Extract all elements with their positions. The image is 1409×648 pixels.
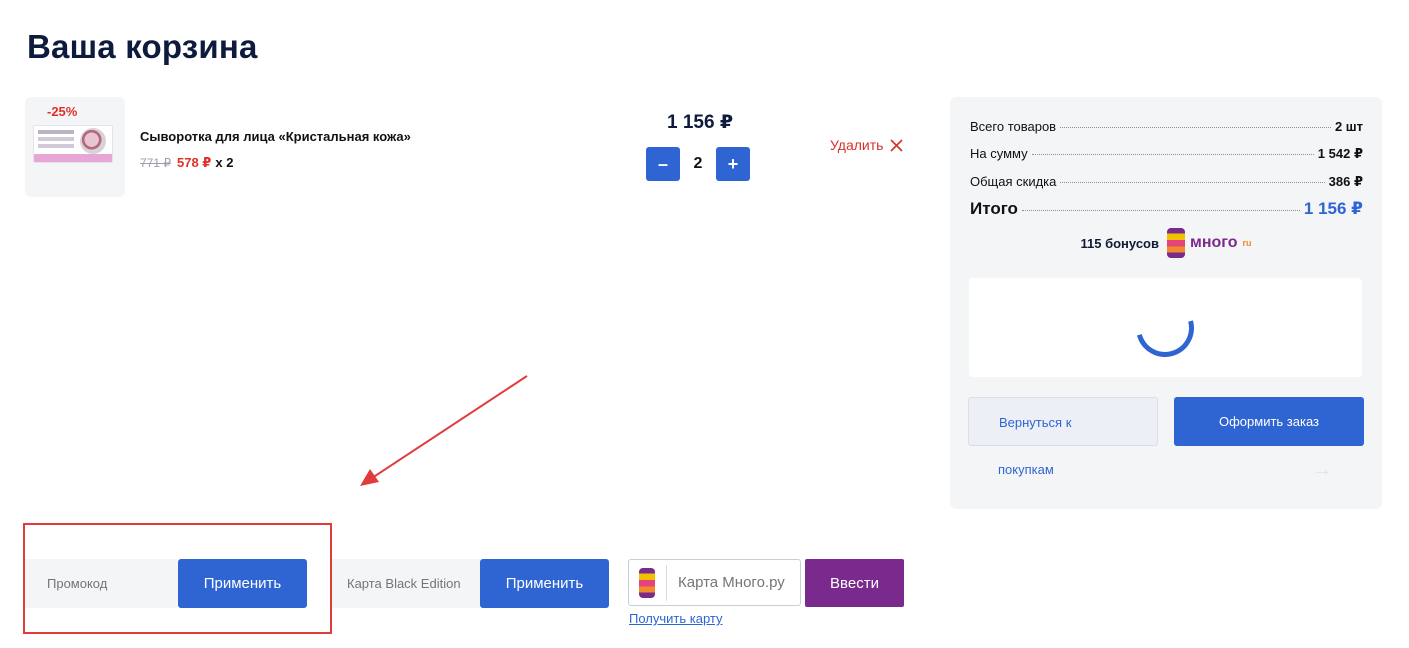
price-row: 771 ₽ 578 ₽ x 2 [140, 155, 233, 171]
summary-row-total-items: Всего товаров 2 шт [970, 119, 1363, 134]
spinner-icon [1125, 288, 1205, 368]
mnogo-logo-suffix: ru [1242, 238, 1252, 248]
bonus-text: 115 бонусов [1080, 235, 1159, 251]
page-title: Ваша корзина [27, 28, 258, 65]
old-price: 771 ₽ [140, 156, 171, 170]
mnogo-card-input[interactable] [668, 560, 800, 605]
mnogo-logo: много ru [1166, 228, 1252, 258]
decrease-quantity-button[interactable]: – [646, 147, 680, 181]
summary-row-sum: На сумму 1 542 ₽ [970, 146, 1363, 162]
get-card-link[interactable]: Получить карту [629, 611, 723, 626]
summary-value: 2 шт [1334, 119, 1363, 134]
product-thumbnail[interactable]: -25% [25, 97, 125, 197]
line-total: 1 156 ₽ [667, 112, 734, 133]
increase-quantity-button[interactable]: + [716, 147, 750, 181]
order-summary: Всего товаров 2 шт На сумму 1 542 ₽ Общая … [950, 97, 1382, 509]
summary-value: 1 542 ₽ [1317, 146, 1363, 161]
mnogo-logo-text: много [1189, 234, 1238, 251]
discount-badge: -25% [47, 104, 78, 119]
summary-label: На сумму [970, 146, 1028, 161]
quantity-value: 2 [693, 155, 703, 172]
annotation-highlight-box [23, 523, 332, 634]
total-value: 1 156 ₽ [1303, 199, 1363, 218]
total-label: Итого [970, 199, 1018, 218]
apply-black-card-button[interactable]: Применить [480, 559, 609, 608]
summary-label: Общая скидка [970, 174, 1057, 189]
summary-row-total: Итого 1 156 ₽ [970, 199, 1363, 219]
mnogo-jar-icon [639, 568, 655, 598]
mnogo-card-field [628, 559, 801, 606]
quantity-stepper: – 2 + [646, 147, 750, 181]
place-order-button[interactable]: Оформить заказ [1174, 397, 1364, 446]
remove-button[interactable]: Удалить [830, 137, 904, 153]
close-icon [890, 138, 904, 152]
bonus-info: 115 бонусов много ru [950, 228, 1382, 258]
product-image [33, 125, 113, 163]
summary-label: Всего товаров [970, 119, 1057, 134]
new-price: 578 ₽ [177, 155, 212, 170]
arrow-right-icon: → [1312, 459, 1332, 481]
cart-item: -25% Сыворотка для лица «Кристальная кож… [25, 97, 905, 197]
black-edition-card-input[interactable] [330, 559, 480, 608]
summary-row-discount: Общая скидка 386 ₽ [970, 174, 1363, 190]
enter-mnogo-card-button[interactable]: Ввести [805, 559, 904, 607]
summary-value: 386 ₽ [1328, 174, 1363, 189]
mnogo-jar-icon [1166, 228, 1185, 258]
remove-label: Удалить [830, 137, 884, 153]
back-to-shopping-label-tail[interactable]: покупкам [998, 462, 1054, 477]
product-name[interactable]: Сыворотка для лица «Кристальная кожа» [140, 129, 411, 144]
back-to-shopping-button[interactable]: Вернуться к [968, 397, 1158, 446]
captcha-widget[interactable] [969, 278, 1362, 377]
quantity-multiplier: x 2 [215, 155, 234, 170]
